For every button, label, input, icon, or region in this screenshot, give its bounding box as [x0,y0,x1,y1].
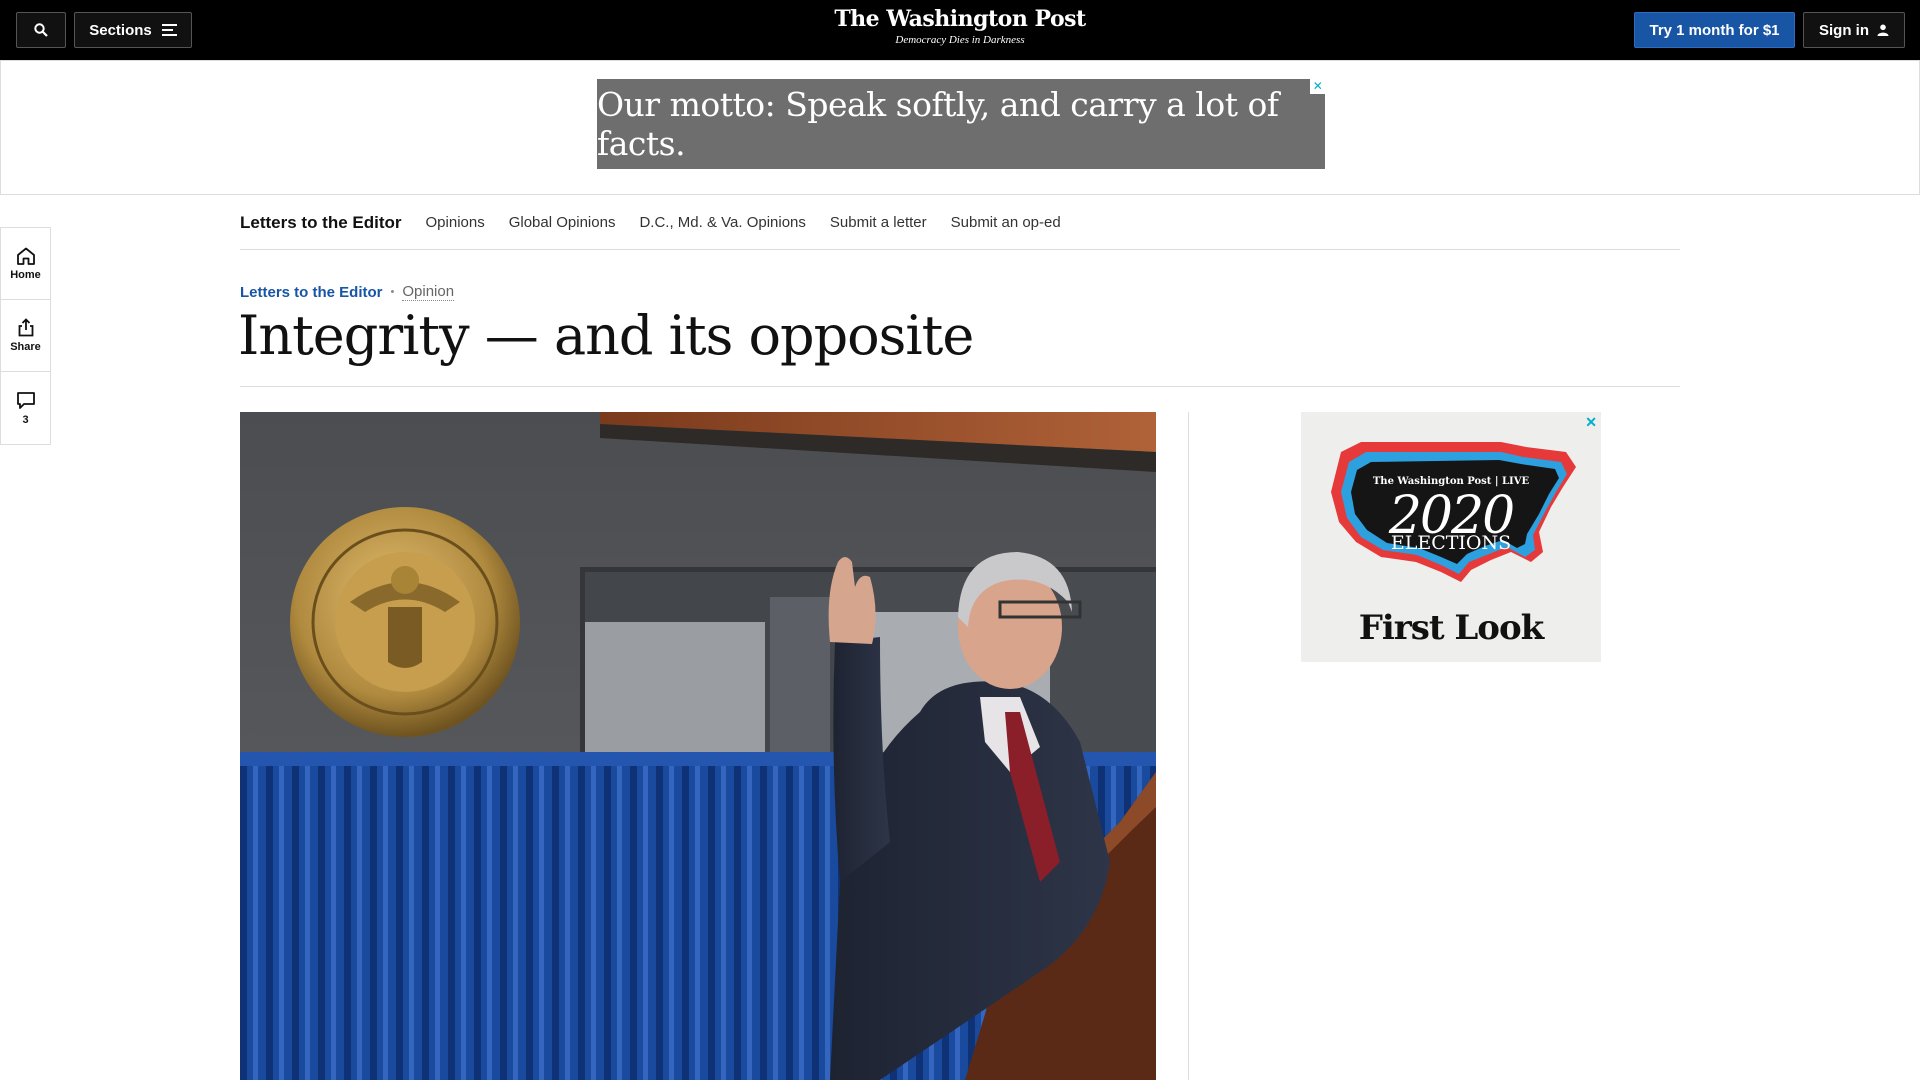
share-label: Share [10,341,41,353]
share-icon [18,318,33,337]
masthead-title: The Washington Post [834,6,1086,32]
ad-text: Our motto: Speak softly, and carry a lot… [597,85,1279,163]
home-label: Home [10,268,41,281]
lead-photo-illustration [240,412,1156,1080]
subnav-item-global-opinions[interactable]: Global Opinions [509,214,616,231]
subnav-item-submit-op-ed[interactable]: Submit an op-ed [951,214,1061,231]
comments-count: 3 [22,413,29,426]
comment-icon [16,391,35,409]
user-icon [1877,24,1889,36]
article-headline: Integrity — and its opposite [238,304,974,367]
subscribe-button[interactable]: Try 1 month for $1 [1634,12,1795,48]
subnav-item-opinions[interactable]: Opinions [426,214,485,231]
sections-label: Sections [89,21,152,39]
home-button[interactable]: Home [1,228,50,300]
share-button[interactable]: Share [1,300,50,372]
top-bar: Sections The Washington Post Democracy D… [0,0,1920,60]
home-icon [16,247,35,265]
leaderboard-ad[interactable]: Our motto: Speak softly, and carry a lot… [597,79,1325,169]
close-icon[interactable]: ✕ [1585,414,1597,431]
column-divider [1188,412,1189,1080]
sign-in-label: Sign in [1819,21,1869,39]
masthead-tagline: Democracy Dies in Darkness [895,34,1025,46]
sign-in-button[interactable]: Sign in [1803,12,1905,48]
subnav-item-local-opinions[interactable]: D.C., Md. & Va. Opinions [639,214,805,231]
comments-button[interactable]: 3 [1,372,50,444]
side-ad-elections: ELECTIONS [1390,532,1512,554]
ad-strip: Our motto: Speak softly, and carry a lot… [0,60,1920,195]
left-rail: Home Share 3 [0,227,51,445]
subnav-brand[interactable]: Letters to the Editor [240,213,402,233]
sections-button[interactable]: Sections [74,12,192,48]
kicker-section-link[interactable]: Letters to the Editor [240,284,383,301]
masthead-logo[interactable]: The Washington Post Democracy Dies in Da… [760,6,1160,46]
close-icon[interactable]: ✕ [1310,79,1325,94]
section-subnav: Letters to the Editor Opinions Global Op… [240,196,1680,250]
search-icon [34,23,48,37]
kicker-opinion-label[interactable]: Opinion [402,283,455,301]
side-ad-first-look: First Look [1358,608,1544,648]
lead-photo[interactable] [240,412,1156,1080]
headline-divider [240,386,1680,387]
search-button[interactable] [16,12,66,48]
article-kicker: Letters to the Editor • Opinion [240,283,455,301]
subnav-item-submit-letter[interactable]: Submit a letter [830,214,927,231]
kicker-separator: • [390,286,395,298]
sidebar-ad[interactable]: The Washington Post | LIVE 2020 ELECTION… [1301,412,1601,662]
menu-icon [161,24,177,36]
